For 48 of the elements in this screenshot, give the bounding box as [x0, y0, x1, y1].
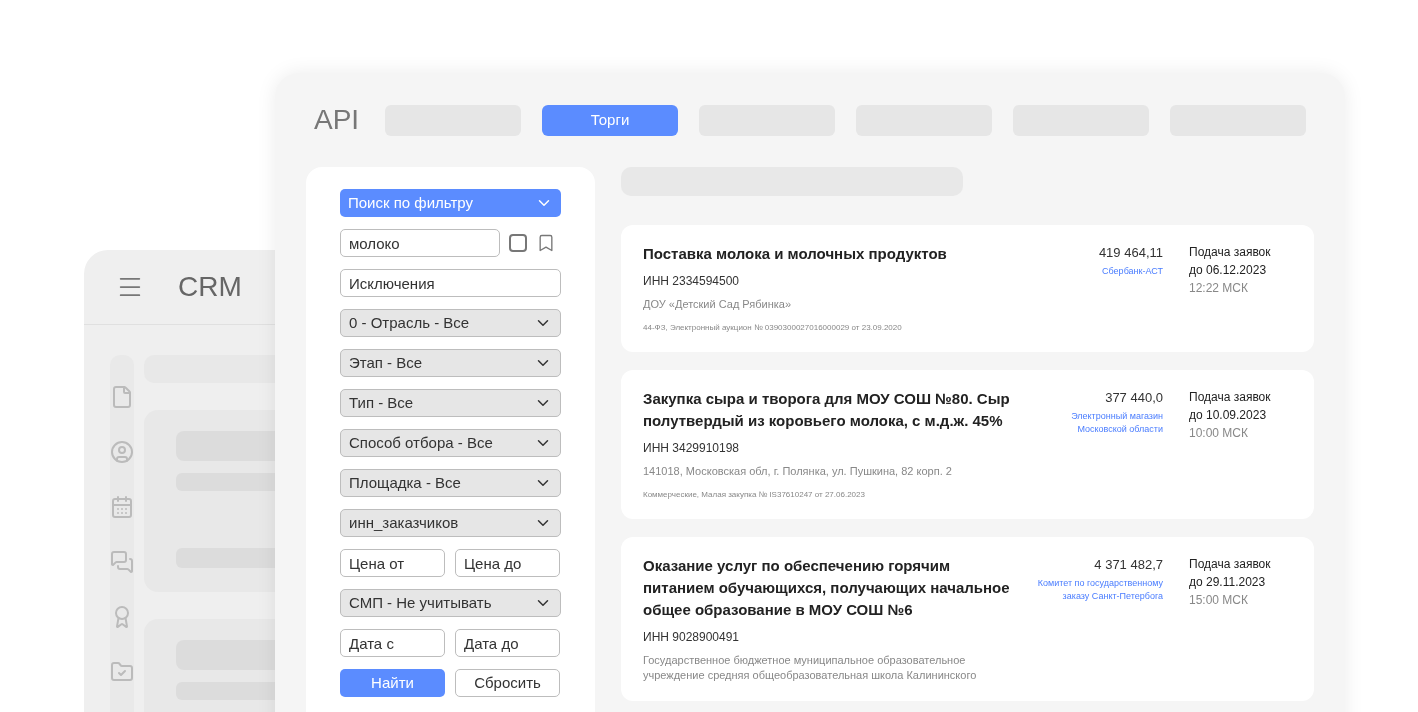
deadline-time: 10:00 МСК: [1189, 425, 1249, 442]
deadline-date: до 29.11.2023: [1189, 574, 1267, 591]
deadline-date: до 10.09.2023: [1189, 407, 1268, 424]
details-text: 44-ФЗ, Электронный аукцион № 0390300027016000029 от 23.09.2020: [643, 322, 903, 334]
folder-check-icon[interactable]: [110, 660, 134, 684]
tender-title: Поставка молока и молочных продуктов: [643, 244, 948, 264]
price-text: 4 371 482,7: [1094, 556, 1163, 574]
inn-text: ИНН 3429910198: [643, 440, 741, 456]
customer-text: Государственное бюджетное муниципальное образовательное учреждение средняя общеобразовательная школа Калининского: [643, 653, 978, 683]
input-field[interactable]: Дата до: [455, 629, 560, 657]
filter-select[interactable]: Тип - Все: [340, 389, 561, 417]
filter-select[interactable]: СМП - Не учитывать: [340, 589, 561, 617]
filter-select[interactable]: Площадка - Все: [340, 469, 561, 497]
reset-button[interactable]: Сбросить: [455, 669, 560, 697]
platform-link[interactable]: Электронный магазин Московской области: [1033, 410, 1163, 436]
window-title: CRM: [178, 270, 242, 304]
window-title: API: [314, 103, 361, 137]
filter-select[interactable]: Способ отбора - Все: [340, 429, 561, 457]
user-icon[interactable]: [110, 440, 134, 464]
checkbox[interactable]: [509, 234, 527, 252]
details-text: Коммерческие, Малая закупка № IS37610247 от 27.06.2023: [643, 489, 866, 501]
input-field[interactable]: Исключения: [340, 269, 561, 297]
deadline-label: Подача заявок: [1189, 389, 1271, 406]
chat-icon[interactable]: [110, 550, 134, 574]
input-field[interactable]: молоко: [340, 229, 500, 257]
deadline-time: 15:00 МСК: [1189, 592, 1249, 609]
tender-title: Оказание услуг по обеспечению горячим питанием обучающихся, получающих начальное общее образование в МОУ СОШ №6: [643, 556, 1011, 620]
document-icon[interactable]: [110, 385, 134, 409]
platform-link[interactable]: Сбербанк-АСТ: [1102, 265, 1163, 278]
deadline-label: Подача заявок: [1189, 244, 1271, 261]
price-text: 419 464,11: [1098, 244, 1163, 262]
inn-text: ИНН 9028900491: [643, 629, 741, 645]
calendar-icon[interactable]: [110, 495, 134, 519]
deadline-label: Подача заявок: [1189, 556, 1271, 573]
platform-link[interactable]: Комитет по государственному заказу Санкт-Петербога: [1033, 577, 1163, 603]
inn-text: ИНН 2334594500: [643, 273, 741, 289]
customer-text: 141018, Московская обл, г. Полянка, ул. Пушкина, 82 корп. 2: [643, 464, 953, 479]
filter-select[interactable]: инн_заказчиков: [340, 509, 561, 537]
filter-select[interactable]: Этап - Все: [340, 349, 561, 377]
input-field[interactable]: Дата с: [340, 629, 445, 657]
deadline-time: 12:22 МСК: [1189, 280, 1249, 297]
price-text: 377 440,0: [1105, 389, 1163, 407]
input-field[interactable]: Цена от: [340, 549, 445, 577]
deadline-date: до 06.12.2023: [1189, 262, 1268, 279]
input-field[interactable]: Цена до: [455, 549, 560, 577]
customer-text: ДОУ «Детский Сад Рябинка»: [643, 297, 793, 312]
tender-title: Закупка сыра и творога для МОУ СОШ №80. Сыр полутвердый из коровьего молока, с м.д.ж. 45%: [643, 389, 1011, 431]
filter-select[interactable]: 0 - Отрасль - Все: [340, 309, 561, 337]
